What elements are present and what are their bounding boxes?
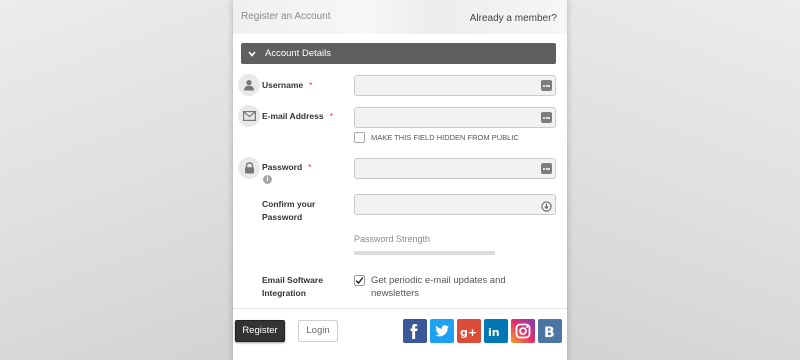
section-title: Account Details: [265, 48, 332, 59]
chevron-down-icon: [246, 43, 258, 64]
register-card: Register an Account Already a member? Ac…: [233, 0, 567, 360]
confirm-password-input[interactable]: [354, 194, 556, 215]
background-right: [567, 0, 800, 360]
password-strength-label: Password Strength: [354, 234, 431, 244]
linkedin-icon[interactable]: in: [484, 319, 508, 343]
facebook-icon[interactable]: [403, 319, 427, 343]
svg-text:g+: g+: [460, 326, 477, 339]
page-title: Register an Account: [241, 11, 331, 22]
autofill-icon[interactable]: [541, 112, 552, 123]
instagram-icon[interactable]: [511, 319, 535, 343]
autofill-icon[interactable]: [541, 80, 552, 91]
confirm-password-label: Confirm your Password: [262, 199, 316, 222]
show-password-icon[interactable]: [541, 199, 552, 212]
newsletter-section-label: Email Software Integration: [262, 275, 323, 298]
checkmark-icon: [355, 277, 364, 285]
password-label: Password *: [262, 162, 312, 172]
newsletter-checkbox[interactable]: [354, 275, 365, 286]
register-button[interactable]: Register: [235, 320, 285, 342]
svg-text:in: in: [488, 326, 500, 339]
username-label: Username *: [262, 80, 313, 90]
twitter-icon[interactable]: [430, 319, 454, 343]
username-input[interactable]: [354, 75, 556, 96]
password-strength-meter: [354, 251, 495, 255]
card-header: Register an Account Already a member?: [233, 0, 567, 34]
hide-email-checkbox[interactable]: [354, 132, 365, 143]
login-button[interactable]: Login: [298, 320, 338, 342]
email-input[interactable]: [354, 107, 556, 128]
autofill-icon[interactable]: [541, 163, 552, 174]
email-label: E-mail Address *: [262, 111, 333, 121]
already-member-link[interactable]: Already a member?: [470, 13, 557, 24]
account-details-section[interactable]: Account Details: [241, 43, 556, 64]
svg-text:B: B: [544, 325, 555, 341]
password-input[interactable]: [354, 158, 556, 179]
hide-email-label: MAKE THIS FIELD HIDDEN FROM PUBLIC: [371, 133, 519, 142]
lock-icon: [238, 157, 260, 179]
user-icon: [238, 74, 260, 96]
vk-icon[interactable]: B: [538, 319, 562, 343]
envelope-icon: [238, 105, 260, 127]
info-icon[interactable]: i: [263, 175, 272, 184]
background-left: [0, 0, 233, 360]
newsletter-option-label: Get periodic e-mail updates and newslett…: [371, 275, 506, 299]
google-plus-icon[interactable]: g+: [457, 319, 481, 343]
footer-divider: [233, 308, 567, 309]
